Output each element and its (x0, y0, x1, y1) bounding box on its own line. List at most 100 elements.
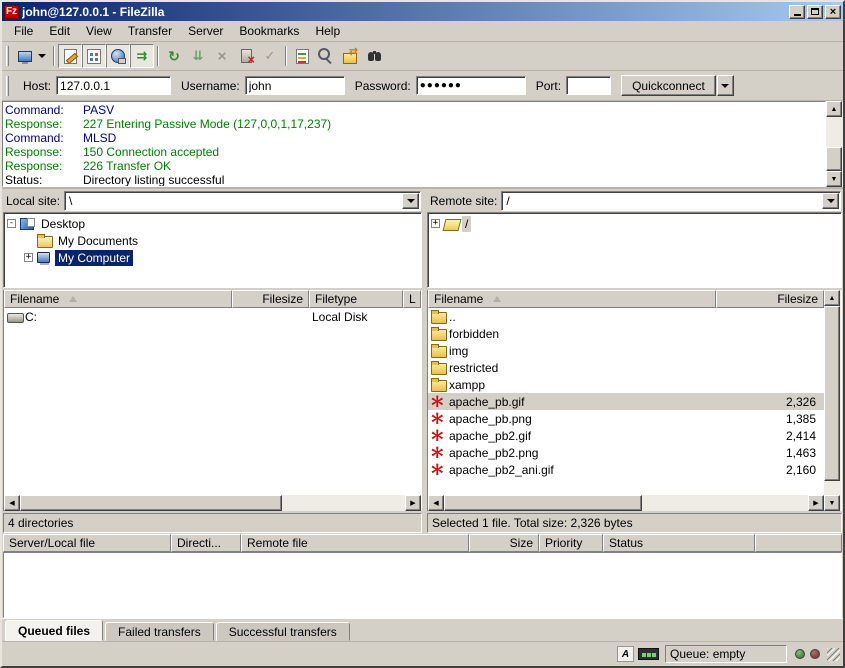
column-header-size[interactable]: Size (469, 534, 539, 552)
file-row[interactable]: apache_pb.gif 2,326 (428, 393, 824, 410)
scroll-right-icon[interactable]: ▶ (808, 495, 824, 511)
file-row[interactable]: .. (428, 308, 824, 325)
column-header-empty[interactable] (755, 534, 842, 552)
column-header-direction[interactable]: Directi... (171, 534, 241, 552)
speed-limit-indicator-icon[interactable] (638, 648, 659, 660)
process-queue-button[interactable] (186, 44, 210, 68)
host-input[interactable] (56, 76, 171, 95)
file-row[interactable]: forbidden (428, 325, 824, 342)
remote-file-list-main: Filename Filesize .. forbidden (428, 290, 824, 511)
scroll-down-icon[interactable]: ▼ (826, 171, 842, 187)
scroll-left-icon[interactable]: ◀ (428, 495, 444, 511)
column-header-status[interactable]: Status (603, 534, 755, 552)
reconnect-button[interactable] (258, 44, 282, 68)
tree-expander-icon[interactable]: + (431, 219, 440, 228)
directory-comparison-button[interactable] (314, 44, 338, 68)
remote-vertical-scrollbar[interactable]: ▲ ▼ (824, 290, 841, 511)
local-site-combobox[interactable]: \ (64, 191, 421, 211)
directory-filters-button[interactable] (290, 44, 314, 68)
tree-item[interactable]: My Documents (22, 232, 420, 249)
column-header-filename[interactable]: Filename (4, 290, 232, 308)
quickconnect-button[interactable]: Quickconnect (621, 75, 716, 96)
column-header-lastmodified[interactable]: L (403, 290, 421, 308)
log-vertical-scrollbar[interactable]: ▲ ▼ (826, 101, 843, 187)
toggle-transfer-queue-button[interactable] (130, 44, 154, 68)
local-site-value[interactable]: \ (65, 192, 401, 210)
remote-site-dropdown-icon[interactable] (822, 193, 839, 209)
toolbar-separator[interactable] (157, 46, 159, 66)
transfer-datatype-icon[interactable]: A (617, 646, 634, 662)
find-files-button[interactable] (362, 44, 386, 68)
toggle-local-tree-button[interactable] (82, 44, 106, 68)
tree-expander-icon[interactable]: + (24, 253, 33, 262)
scroll-thumb[interactable] (444, 495, 642, 511)
queue-tab[interactable]: Successful transfers (216, 622, 350, 641)
password-input[interactable] (416, 76, 526, 95)
column-header-priority[interactable]: Priority (539, 534, 603, 552)
scroll-track (282, 495, 405, 511)
window-resize-grip[interactable] (827, 648, 840, 661)
local-site-dropdown-icon[interactable] (402, 193, 419, 209)
minimize-button[interactable] (789, 5, 805, 19)
title-bar[interactable]: Fz john@127.0.0.1 - FileZilla × (2, 2, 843, 21)
remote-horizontal-scrollbar[interactable]: ◀ ▶ (428, 495, 824, 511)
disconnect-button[interactable] (234, 44, 258, 68)
column-header-filesize[interactable]: Filesize (232, 290, 309, 308)
refresh-button[interactable] (162, 44, 186, 68)
tree-item[interactable]: + / (429, 215, 840, 232)
cancel-button[interactable] (210, 44, 234, 68)
menu-item[interactable]: Help (307, 22, 348, 40)
remote-site-combobox[interactable]: / (501, 191, 841, 211)
queue-list-area[interactable] (3, 552, 842, 618)
column-header-remote-file[interactable]: Remote file (241, 534, 469, 552)
tree-item[interactable]: - Desktop (5, 215, 420, 232)
synchronized-browsing-button[interactable] (338, 44, 362, 68)
file-row[interactable]: apache_pb2.gif 2,414 (428, 427, 824, 444)
site-manager-dropdown-button[interactable] (37, 44, 50, 68)
tree-item[interactable]: + My Computer (22, 249, 420, 266)
column-header-filetype[interactable]: Filetype (309, 290, 403, 308)
local-horizontal-scrollbar[interactable]: ◀ ▶ (4, 495, 421, 511)
scroll-down-icon[interactable]: ▼ (824, 495, 840, 511)
menu-item[interactable]: Server (180, 22, 231, 40)
queue-tab[interactable]: Failed transfers (105, 622, 214, 641)
file-row[interactable]: restricted (428, 359, 824, 376)
toolbar-separator[interactable] (53, 46, 55, 66)
scroll-right-icon[interactable]: ▶ (405, 495, 421, 511)
menu-item[interactable]: Edit (41, 22, 78, 40)
local-directory-tree: - Desktop My Documents + My Computer (3, 212, 422, 288)
column-header-server-local-file[interactable]: Server/Local file (3, 534, 171, 552)
scroll-up-icon[interactable]: ▲ (824, 290, 840, 306)
column-header-filesize[interactable]: Filesize (716, 290, 824, 308)
file-row[interactable]: apache_pb.png 1,385 (428, 410, 824, 427)
menu-item[interactable]: View (78, 22, 120, 40)
quickconnect-grip[interactable] (6, 76, 9, 96)
close-button[interactable]: × (825, 5, 841, 19)
column-header-filename[interactable]: Filename (428, 290, 716, 308)
toolbar-separator[interactable] (285, 46, 287, 66)
remote-site-value[interactable]: / (502, 192, 821, 210)
file-row[interactable]: apache_pb2_ani.gif 2,160 (428, 461, 824, 478)
quickconnect-dropdown-button[interactable] (717, 75, 734, 96)
file-row[interactable]: xampp (428, 376, 824, 393)
scroll-thumb[interactable] (824, 306, 840, 481)
toolbar-grip[interactable] (6, 46, 9, 66)
scroll-thumb[interactable] (20, 495, 282, 511)
menu-item[interactable]: Bookmarks (231, 22, 307, 40)
scroll-up-icon[interactable]: ▲ (826, 101, 842, 117)
maximize-button[interactable] (807, 5, 823, 19)
file-row[interactable]: apache_pb2.png 1,463 (428, 444, 824, 461)
scroll-thumb[interactable] (826, 147, 842, 171)
tree-expander-icon[interactable]: - (7, 219, 16, 228)
site-manager-button[interactable] (13, 44, 37, 68)
menu-item[interactable]: Transfer (120, 22, 180, 40)
username-input[interactable] (245, 76, 345, 95)
queue-tab[interactable]: Queued files (5, 620, 103, 641)
toggle-message-log-button[interactable] (58, 44, 82, 68)
port-input[interactable] (566, 76, 611, 95)
menu-item[interactable]: File (6, 22, 41, 40)
scroll-left-icon[interactable]: ◀ (4, 495, 20, 511)
file-row[interactable]: img (428, 342, 824, 359)
file-row[interactable]: C: Local Disk (4, 308, 421, 325)
toggle-remote-tree-button[interactable] (106, 44, 130, 68)
